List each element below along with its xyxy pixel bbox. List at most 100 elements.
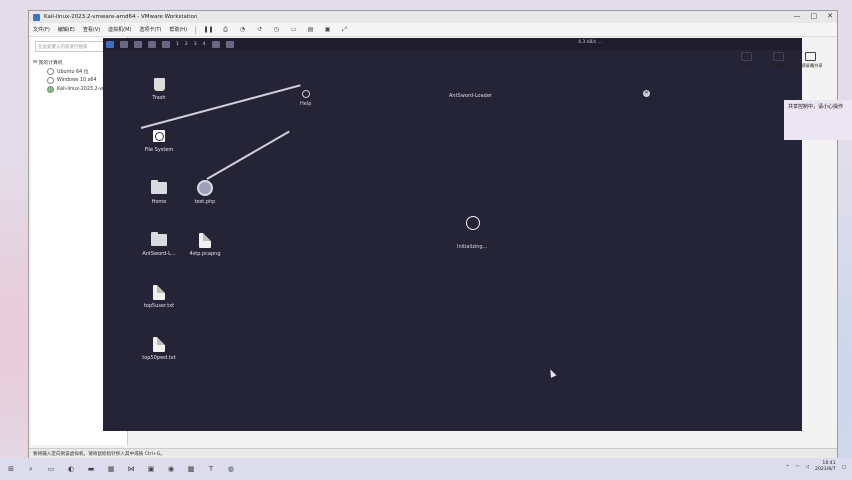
menu-tabs[interactable]: 选项卡(T) xyxy=(139,26,161,33)
desktop-icon-label: test.php xyxy=(194,199,216,205)
help-icon xyxy=(301,90,310,98)
volume-icon[interactable]: ◁ xyxy=(805,465,809,470)
network-icon[interactable]: ◠ xyxy=(795,465,799,470)
task-view-icon[interactable]: ▭ xyxy=(46,464,56,474)
camera-label: 只摄像头 xyxy=(769,63,787,68)
mute-label: 静音 xyxy=(741,63,751,68)
files-icon[interactable] xyxy=(134,40,142,48)
terminal-icon[interactable] xyxy=(162,40,170,48)
notification-center-icon[interactable]: ▢ xyxy=(842,465,846,470)
vmware-icon xyxy=(33,13,40,21)
camera-button[interactable]: 只摄像头 xyxy=(765,52,791,69)
menubar: 文件(F) 编辑(E) 查看(V) 虚拟机(M) 选项卡(T) 帮助(H) ❚❚… xyxy=(29,23,837,37)
desktop-icon-test-php[interactable]: test.php xyxy=(185,180,225,205)
snapshot-manager-icon[interactable]: ◷ xyxy=(272,26,281,34)
revert-snapshot-icon[interactable]: ↺ xyxy=(255,26,264,34)
guest-screen[interactable]: 1 2 3 4 4.3 kB/s ... Trash File System H… xyxy=(103,38,802,431)
help-label: Help xyxy=(300,101,312,107)
desktop-icon-home[interactable]: Home xyxy=(139,180,179,205)
folder-icon xyxy=(151,180,167,196)
browser-icon[interactable] xyxy=(148,40,156,48)
fit-icon[interactable]: ⤢ xyxy=(340,26,349,34)
settings-icon[interactable] xyxy=(211,40,220,48)
microphone-icon xyxy=(740,52,752,61)
file-icon xyxy=(151,336,167,352)
store-icon[interactable]: ▦ xyxy=(106,464,116,474)
menu-help[interactable]: 帮助(H) xyxy=(169,26,187,33)
send-keys-icon[interactable]: ⎙ xyxy=(221,26,230,34)
share-notification: 共享控制中，请小心操作 xyxy=(784,100,852,140)
desktop-icon-top5user[interactable]: top5user.txt xyxy=(139,284,179,309)
workspace-2[interactable]: 2 xyxy=(185,42,188,47)
desktop-icon-pcap[interactable]: 4stp.pcapng xyxy=(185,232,225,257)
minimize-button[interactable]: — xyxy=(794,12,801,20)
share-toolbar: 静音 只摄像头 暂停屏幕共享 xyxy=(733,52,823,69)
workspace-3[interactable]: 3 xyxy=(194,42,197,47)
typora-icon[interactable]: T xyxy=(206,464,216,474)
vmware-taskbar-icon[interactable]: ▣ xyxy=(146,464,156,474)
pause-icon[interactable]: ❚❚ xyxy=(204,26,214,34)
workspace-1[interactable]: 1 xyxy=(176,42,179,47)
unity-icon[interactable]: ▤ xyxy=(306,26,315,34)
antsword-loader-title: AntSword-Loader xyxy=(449,93,492,99)
kali-top-panel: 1 2 3 4 4.3 kB/s ... xyxy=(103,38,802,50)
desktop-icon-label: Trash xyxy=(152,95,166,101)
vm-running-icon xyxy=(47,86,54,93)
menu-file[interactable]: 文件(F) xyxy=(33,26,50,33)
library-item-label: Ubuntu 64 位 xyxy=(57,70,89,75)
desktop-icon-label: AntSword-L... xyxy=(142,251,176,257)
window-titlebar[interactable]: Kali-linux-2023.2-vmware-amd64 - VMware … xyxy=(29,11,837,23)
close-button[interactable]: ✕ xyxy=(827,12,833,20)
app-icon[interactable]: ▩ xyxy=(186,464,196,474)
loading-spinner-icon xyxy=(466,216,480,230)
meeting-icon[interactable]: ◍ xyxy=(226,464,236,474)
start-icon[interactable]: ⊞ xyxy=(6,464,16,474)
desktop-icon-label: top5user.txt xyxy=(143,303,175,309)
edge-icon[interactable]: ◐ xyxy=(66,464,76,474)
trash-icon xyxy=(151,76,167,92)
help-menu[interactable]: Help xyxy=(300,90,311,107)
camera-icon xyxy=(772,52,784,61)
kali-menu-icon[interactable] xyxy=(106,40,114,48)
desktop-icon[interactable] xyxy=(120,40,128,48)
windows-taskbar: ⊞ ⌕ ▭ ◐ ▬ ▦ ⋈ ▣ ◉ ▩ T ◍ ^ ◠ ◁ 16:41 2023… xyxy=(0,458,852,480)
library-item-label: Windows 10 x64 xyxy=(57,78,97,83)
menu-view[interactable]: 查看(V) xyxy=(83,26,100,33)
annotation-stroke xyxy=(206,130,290,180)
file-explorer-icon[interactable]: ▬ xyxy=(86,464,96,474)
tray-chevron-icon[interactable]: ^ xyxy=(786,465,790,470)
desktop-icon-trash[interactable]: Trash xyxy=(139,76,179,101)
network-speed: 4.3 kB/s ... xyxy=(578,40,602,45)
app-icon[interactable] xyxy=(225,40,234,48)
desktop-icon-antsword[interactable]: AntSword-L... xyxy=(139,232,179,257)
vscode-icon[interactable]: ⋈ xyxy=(126,464,136,474)
file-icon xyxy=(151,284,167,300)
mouse-cursor-icon xyxy=(547,368,557,378)
menu-vm[interactable]: 虚拟机(M) xyxy=(108,26,131,33)
menu-edit[interactable]: 编辑(E) xyxy=(58,26,75,33)
pause-share-label: 暂停屏幕共享 xyxy=(797,63,823,68)
fullscreen-icon[interactable]: ▭ xyxy=(289,26,298,34)
clock[interactable]: 16:41 2023/8/7 xyxy=(815,461,836,473)
file-icon xyxy=(197,232,213,248)
desktop-icon-label: 4stp.pcapng xyxy=(189,251,221,257)
workspace-4[interactable]: 4 xyxy=(203,42,206,47)
steam-icon[interactable]: ◉ xyxy=(166,464,176,474)
notification-text: 共享控制中，请小心操作 xyxy=(788,104,844,110)
console-icon[interactable]: ▣ xyxy=(323,26,332,34)
mute-button[interactable]: 静音 xyxy=(733,52,759,69)
close-icon[interactable]: ✕ xyxy=(643,90,650,97)
folder-icon xyxy=(151,232,167,248)
search-icon[interactable]: ⌕ xyxy=(26,464,36,474)
toolbar-divider xyxy=(195,25,197,34)
snapshot-icon[interactable]: ◔ xyxy=(238,26,247,34)
maximize-button[interactable]: □ xyxy=(811,12,818,20)
pause-share-button[interactable]: 暂停屏幕共享 xyxy=(797,52,823,69)
desktop-icon-label: Home xyxy=(151,199,167,205)
screen-share-icon xyxy=(804,52,816,61)
desktop-icon-filesystem[interactable]: File System xyxy=(139,128,179,153)
desktop-icon-top50pwd[interactable]: top50pwd.txt xyxy=(139,336,179,361)
php-file-icon xyxy=(197,180,213,196)
vm-icon xyxy=(47,77,54,84)
window-title: Kali-linux-2023.2-vmware-amd64 - VMware … xyxy=(44,14,198,20)
